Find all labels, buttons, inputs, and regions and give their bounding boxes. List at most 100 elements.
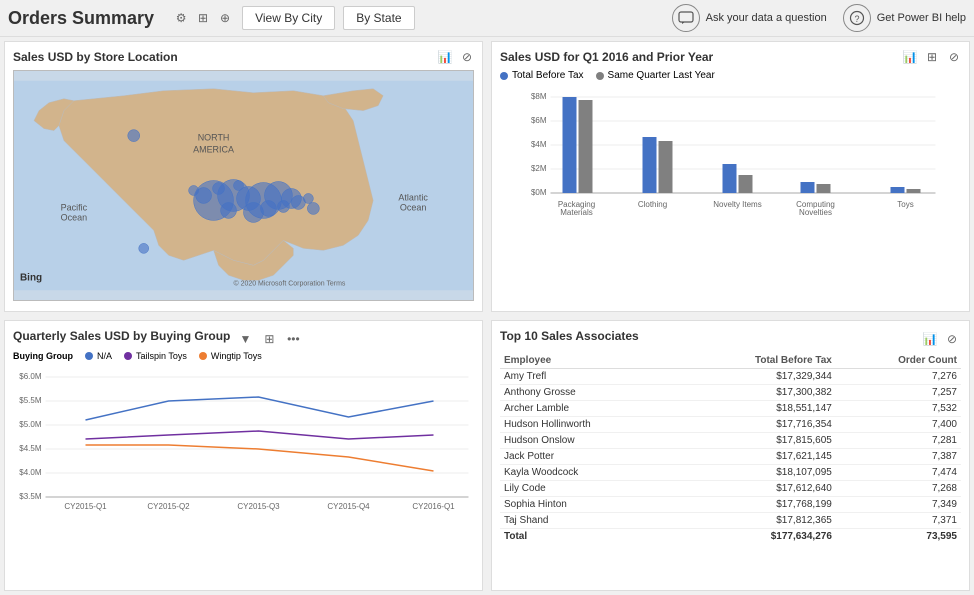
- cell-employee: Taj Shand: [500, 513, 677, 529]
- table-row: Archer Lamble $18,551,147 7,532: [500, 401, 961, 417]
- line-title: Quarterly Sales USD by Buying Group: [13, 329, 230, 343]
- table-panel-icons: 📊 ⊘: [921, 330, 961, 348]
- cell-employee: Lily Code: [500, 481, 677, 497]
- cell-count: 7,281: [836, 433, 961, 449]
- cell-employee: Hudson Hollinworth: [500, 417, 677, 433]
- svg-text:$6M: $6M: [531, 116, 547, 125]
- svg-text:$8M: $8M: [531, 92, 547, 101]
- chat-icon: [672, 4, 700, 32]
- svg-text:Clothing: Clothing: [638, 200, 667, 209]
- svg-text:Novelties: Novelties: [799, 208, 832, 217]
- more-icon[interactable]: ⊕: [216, 9, 234, 27]
- cell-total: $17,815,605: [677, 433, 836, 449]
- cell-count: 7,474: [836, 465, 961, 481]
- table-total-row: Total $177,634,276 73,595: [500, 529, 961, 545]
- col-count: Order Count: [836, 353, 961, 369]
- legend-tailspin: Tailspin Toys: [124, 351, 187, 361]
- bar-title: Sales USD for Q1 2016 and Prior Year: [500, 50, 961, 64]
- legend-lastyr: Same Quarter Last Year: [596, 70, 715, 81]
- cell-count: 7,371: [836, 513, 961, 529]
- ask-data-action[interactable]: Ask your data a question: [672, 4, 827, 32]
- legend-label-tailspin: Tailspin Toys: [136, 351, 187, 361]
- cell-employee: Anthony Grosse: [500, 385, 677, 401]
- svg-text:$3.5M: $3.5M: [19, 492, 42, 501]
- table-chart-icon[interactable]: 📊: [921, 330, 939, 348]
- svg-text:$4M: $4M: [531, 140, 547, 149]
- table-row: Sophia Hinton $17,768,199 7,349: [500, 497, 961, 513]
- svg-text:CY2015-Q4: CY2015-Q4: [327, 502, 370, 511]
- legend-label-lastyr: Same Quarter Last Year: [608, 70, 715, 81]
- header-left: Orders Summary ⚙ ⊞ ⊕ View By City By Sta…: [8, 6, 415, 30]
- svg-text:NORTH: NORTH: [198, 133, 230, 143]
- svg-text:Novelty Items: Novelty Items: [713, 200, 761, 209]
- cell-total: $17,300,382: [677, 385, 836, 401]
- cell-count: 7,257: [836, 385, 961, 401]
- bar-legend: Total Before Tax Same Quarter Last Year: [500, 70, 961, 81]
- help-icon: ?: [843, 4, 871, 32]
- table-title: Top 10 Sales Associates: [500, 329, 639, 343]
- map-svg: NORTH AMERICA Pacific Ocean Atlantic Oce…: [14, 71, 473, 300]
- cell-total: $17,716,354: [677, 417, 836, 433]
- cell-total: $17,812,365: [677, 513, 836, 529]
- table-focus-icon[interactable]: ⊘: [943, 330, 961, 348]
- legend-label-wingtip: Wingtip Toys: [211, 351, 262, 361]
- bar-focus-icon[interactable]: ⊘: [945, 48, 963, 66]
- legend-dot-na: [85, 352, 93, 360]
- table-row: Hudson Hollinworth $17,716,354 7,400: [500, 417, 961, 433]
- bar-chart-icon[interactable]: 📊: [901, 48, 919, 66]
- cell-employee: Kayla Woodcock: [500, 465, 677, 481]
- bar-panel: Sales USD for Q1 2016 and Prior Year 📊 ⊞…: [491, 41, 970, 312]
- col-employee: Employee: [500, 353, 677, 369]
- cell-employee: Amy Trefl: [500, 369, 677, 385]
- legend-dot-lastyr: [596, 72, 604, 80]
- bar-table-icon[interactable]: ⊞: [923, 48, 941, 66]
- map-chart-icon[interactable]: 📊: [436, 48, 454, 66]
- cell-employee: Sophia Hinton: [500, 497, 677, 513]
- legend-dot-tailspin: [124, 352, 132, 360]
- cell-employee: Hudson Onslow: [500, 433, 677, 449]
- cell-total: $17,329,344: [677, 369, 836, 385]
- col-total: Total Before Tax: [677, 353, 836, 369]
- svg-text:Toys: Toys: [897, 200, 913, 209]
- svg-text:CY2015-Q3: CY2015-Q3: [237, 502, 280, 511]
- line-expand-icon[interactable]: ⊞: [260, 330, 278, 348]
- cell-count: 7,400: [836, 417, 961, 433]
- svg-text:Pacific: Pacific: [61, 202, 88, 212]
- line-buying-group-label: Buying Group: [13, 351, 73, 361]
- cell-count: 7,532: [836, 401, 961, 417]
- filter-icon[interactable]: ⚙: [172, 9, 190, 27]
- svg-text:Materials: Materials: [560, 208, 592, 217]
- cell-total: $18,551,147: [677, 401, 836, 417]
- bar-panel-icons: 📊 ⊞ ⊘: [901, 48, 963, 66]
- help-label: Get Power BI help: [877, 12, 966, 24]
- share-icon[interactable]: ⊞: [194, 9, 212, 27]
- svg-text:Bing: Bing: [20, 272, 42, 283]
- line-more-icon[interactable]: •••: [284, 330, 302, 348]
- map-title: Sales USD by Store Location: [13, 50, 474, 64]
- svg-text:$2M: $2M: [531, 164, 547, 173]
- map-focus-icon[interactable]: ⊘: [458, 48, 476, 66]
- cell-total-label: Total: [500, 529, 677, 545]
- svg-text:CY2015-Q2: CY2015-Q2: [147, 502, 190, 511]
- cell-employee: Archer Lamble: [500, 401, 677, 417]
- view-by-state-button[interactable]: By State: [343, 6, 414, 30]
- table-row: Amy Trefl $17,329,344 7,276: [500, 369, 961, 385]
- svg-text:$6.0M: $6.0M: [19, 372, 42, 381]
- svg-text:Ocean: Ocean: [400, 202, 426, 212]
- cell-count: 7,387: [836, 449, 961, 465]
- cell-count: 7,268: [836, 481, 961, 497]
- header-right: Ask your data a question ? Get Power BI …: [672, 4, 966, 32]
- sales-table: Employee Total Before Tax Order Count Am…: [500, 353, 961, 544]
- line-filter-icon[interactable]: ▼: [236, 330, 254, 348]
- legend-label-total: Total Before Tax: [512, 70, 584, 81]
- table-row: Anthony Grosse $17,300,382 7,257: [500, 385, 961, 401]
- line-legend: Buying Group N/A Tailspin Toys Wingtip T…: [13, 351, 474, 361]
- line-chart-svg: $6.0M $5.5M $5.0M $4.5M $4.0M $3.5M CY20…: [13, 367, 474, 512]
- cell-employee: Jack Potter: [500, 449, 677, 465]
- view-by-city-button[interactable]: View By City: [242, 6, 335, 30]
- svg-text:$5.0M: $5.0M: [19, 420, 42, 429]
- ask-data-label: Ask your data a question: [706, 12, 827, 24]
- help-action[interactable]: ? Get Power BI help: [843, 4, 966, 32]
- header: Orders Summary ⚙ ⊞ ⊕ View By City By Sta…: [0, 0, 974, 37]
- cell-total-total: $177,634,276: [677, 529, 836, 545]
